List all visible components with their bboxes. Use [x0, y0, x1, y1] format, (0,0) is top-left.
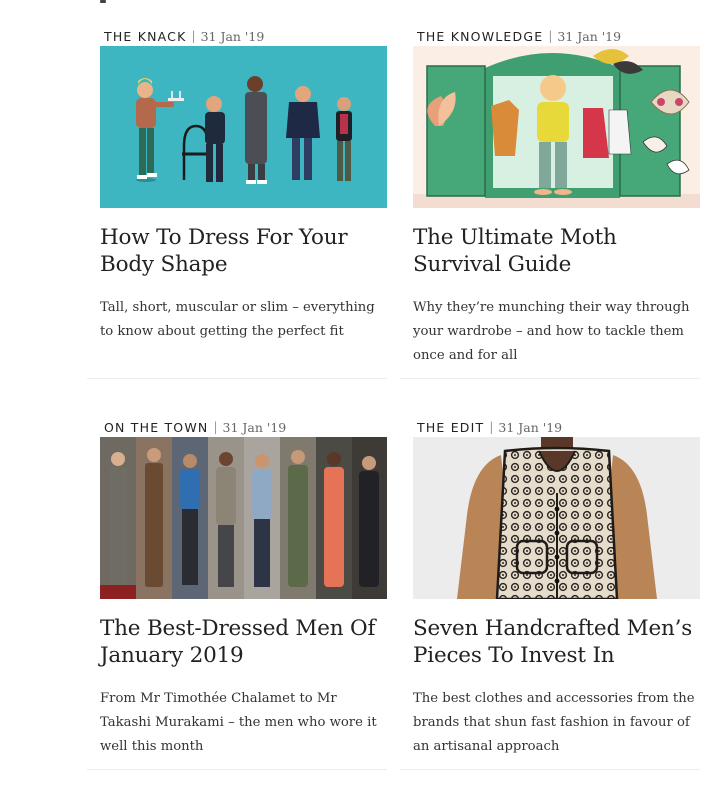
card-divider: [400, 769, 700, 770]
meta-separator: |: [213, 420, 218, 434]
article-description: From Mr Timothée Chalamet to Mr Takashi …: [100, 691, 377, 754]
moth-wardrobe-illustration: [413, 46, 700, 208]
article-date: 31 Jan '19: [222, 419, 287, 435]
article-description: Tall, short, muscular or slim – everythi…: [100, 300, 375, 339]
card-divider: [400, 378, 700, 379]
meta-separator: |: [548, 29, 553, 43]
article-image[interactable]: [100, 46, 387, 208]
meta-separator: |: [191, 29, 196, 43]
article-title[interactable]: How To Dress For Your Body Shape: [100, 224, 390, 278]
article-date: 31 Jan '19: [200, 28, 265, 44]
article-meta: THE KNACK | 31 Jan '19: [104, 28, 264, 44]
category-link[interactable]: THE EDIT: [417, 420, 484, 435]
article-date: 31 Jan '19: [557, 28, 622, 44]
card-divider: [87, 769, 387, 770]
best-dressed-collage-photo: [100, 437, 387, 599]
category-link[interactable]: THE KNOWLEDGE: [417, 29, 543, 44]
crochet-vest-photo: [413, 437, 700, 599]
meta-separator: |: [489, 420, 494, 434]
card-divider: [87, 378, 387, 379]
article-image[interactable]: [100, 437, 387, 599]
article-title[interactable]: The Ultimate Moth Survival Guide: [413, 224, 703, 278]
article-title[interactable]: The Best-Dressed Men Of January 2019: [100, 615, 390, 669]
category-link[interactable]: THE KNACK: [104, 29, 187, 44]
article-meta: THE EDIT | 31 Jan '19: [417, 419, 562, 435]
article-description: Why they’re munching their way through y…: [413, 300, 690, 363]
men-body-shapes-illustration: [100, 46, 387, 208]
article-meta: THE KNOWLEDGE | 31 Jan '19: [417, 28, 621, 44]
article-meta: ON THE TOWN | 31 Jan '19: [104, 419, 286, 435]
article-description: The best clothes and accessories from th…: [413, 691, 695, 754]
article-image[interactable]: [413, 437, 700, 599]
scroll-cutoff-text: [100, 0, 106, 3]
category-link[interactable]: ON THE TOWN: [104, 420, 208, 435]
article-title[interactable]: Seven Handcrafted Men’s Pieces To Invest…: [413, 615, 703, 669]
article-date: 31 Jan '19: [498, 419, 563, 435]
article-image[interactable]: [413, 46, 700, 208]
